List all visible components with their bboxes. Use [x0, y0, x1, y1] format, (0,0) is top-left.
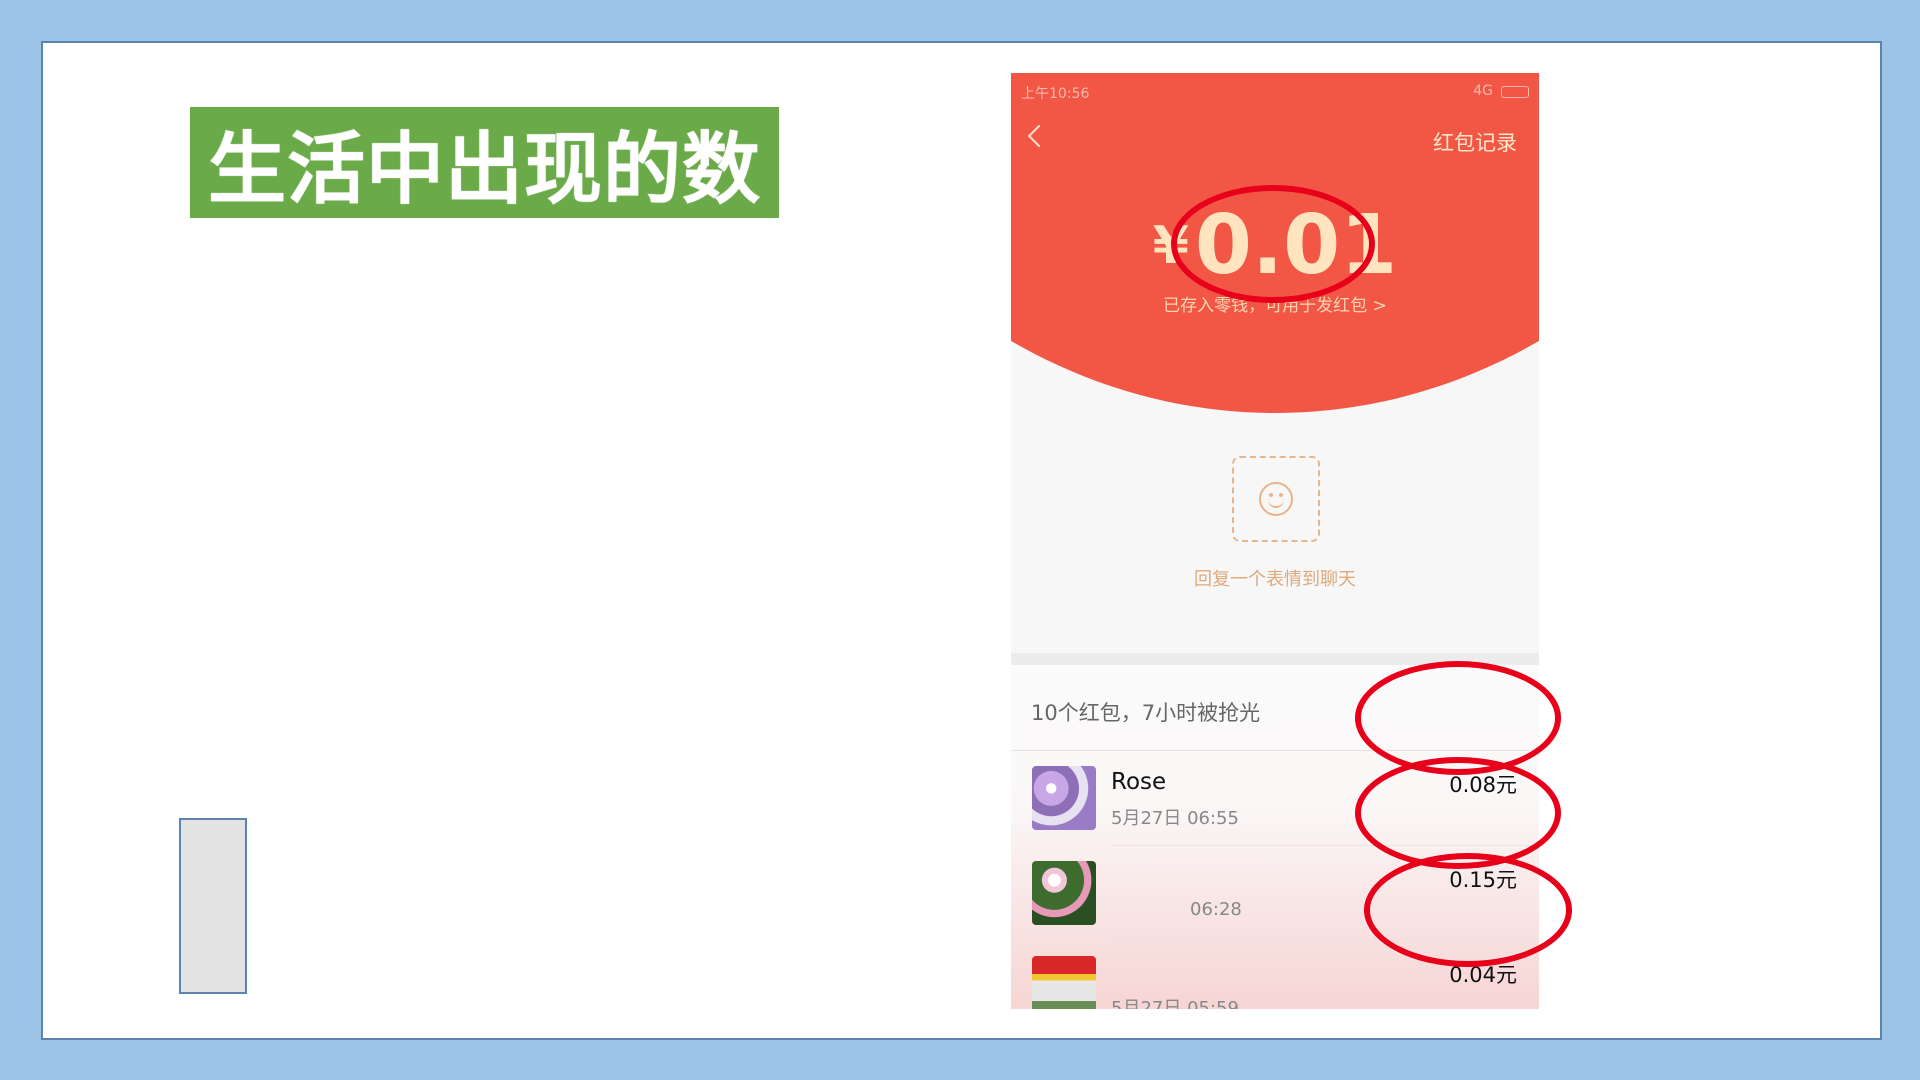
red-packet-records-link[interactable]: 红包记录: [1433, 127, 1517, 157]
battery-icon: [1501, 86, 1529, 98]
grab-time: 5月27日 06:55: [1111, 808, 1239, 829]
grab-time: 06:28: [1190, 899, 1242, 920]
smile-face-icon: [1259, 482, 1293, 516]
redaction-box: [179, 818, 247, 994]
reply-emoji-button[interactable]: [1232, 456, 1320, 542]
reply-emoji-label[interactable]: 回复一个表情到聊天: [1011, 565, 1539, 591]
grab-time: 5月27日 05:59: [1111, 998, 1239, 1009]
slide-title: 生活中出现的数: [207, 124, 761, 215]
highlight-circle-row3: [1364, 853, 1572, 967]
avatar: [1032, 861, 1096, 925]
highlight-circle-amount: [1171, 185, 1375, 303]
list-summary: 10个红包，7小时被抢光: [1031, 701, 1261, 725]
highlight-circle-row2: [1355, 757, 1561, 869]
recipient-name: Rose: [1111, 769, 1167, 795]
avatar: [1032, 956, 1096, 1009]
status-time: 上午10:56: [1021, 86, 1090, 102]
title-banner: 生活中出现的数: [190, 107, 779, 218]
slide-canvas: 生活中出现的数 上午10:56 4G 红包记录 ¥0.01 已存入零钱，可用于发…: [41, 41, 1882, 1040]
status-bar: 上午10:56 4G: [1021, 83, 1529, 102]
status-signal: 4G: [1473, 83, 1493, 99]
avatar: [1032, 766, 1096, 830]
